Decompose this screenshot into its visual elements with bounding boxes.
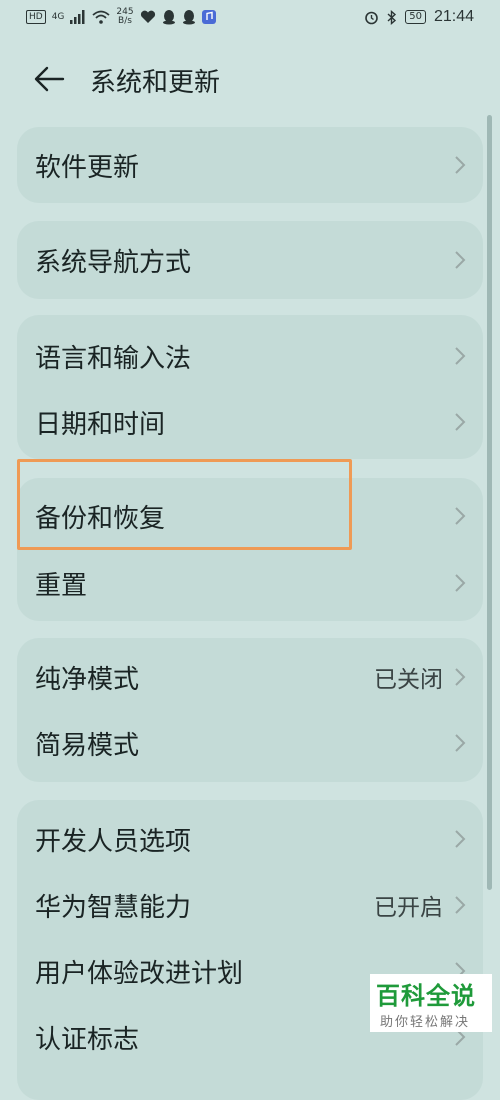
chevron-right-icon [455,251,466,269]
chevron-right-icon [455,156,466,174]
row-status-value: 已关闭 [374,667,443,693]
row-label: 软件更新 [35,152,140,183]
highlight-box [17,459,352,550]
settings-row-navigation[interactable]: 系统导航方式 [17,227,483,293]
row-label: 开发人员选项 [35,826,192,857]
row-label: 纯净模式 [35,664,140,695]
net-speed-unit: B/s [118,16,132,26]
card-navigation: 系统导航方式 [17,221,483,299]
card-modes: 纯净模式 已关闭 简易模式 [17,638,483,782]
wifi-icon [92,10,110,24]
music-app-icon [201,10,216,24]
qq-icon-2 [182,9,195,24]
net-speed: 245 B/s [116,8,133,26]
settings-row-developer-options[interactable]: 开发人员选项 [17,806,483,872]
chevron-right-icon [455,896,466,914]
watermark-subtitle: 助你轻松解决 [380,1015,471,1030]
settings-row-pure-mode[interactable]: 纯净模式 已关闭 [17,644,483,710]
chevron-right-icon [455,507,466,525]
row-label: 认证标志 [35,1024,140,1055]
status-bar: HD 4G 245 B/s 50 21:44 [0,0,500,36]
signal-icon [70,10,85,24]
hd-badge: HD [26,10,46,24]
row-label: 重置 [35,570,88,601]
chevron-right-icon [455,830,466,848]
page-title: 系统和更新 [90,68,221,98]
chevron-right-icon [455,668,466,686]
settings-row-software-update[interactable]: 软件更新 [17,132,483,198]
watermark: 百科全说 助你轻松解决 [370,974,492,1032]
chevron-right-icon [455,574,466,592]
row-label: 日期和时间 [35,409,166,440]
back-arrow-icon[interactable] [33,64,67,94]
bluetooth-icon [387,9,397,25]
watermark-title: 百科全说 [376,982,476,1010]
settings-row-huawei-intelligence[interactable]: 华为智慧能力 已开启 [17,872,483,938]
settings-row-simple-mode[interactable]: 简易模式 [17,710,483,776]
row-label: 用户体验改进计划 [35,958,244,989]
row-label: 简易模式 [35,730,140,761]
clock: 21:44 [433,8,474,25]
card-language-date: 语言和输入法 日期和时间 [17,315,483,459]
status-right: 50 21:44 [364,8,474,26]
status-left: HD 4G 245 B/s [26,8,216,26]
chevron-right-icon [455,347,466,365]
card-advanced: 开发人员选项 华为智慧能力 已开启 用户体验改进计划 认证标志 [17,800,483,1100]
alarm-icon [365,11,379,24]
settings-row-reset[interactable]: 重置 [17,550,483,616]
row-label: 华为智慧能力 [35,892,192,923]
row-label: 系统导航方式 [35,247,192,278]
scrollbar[interactable] [487,115,492,890]
qq-icon [162,9,175,24]
settings-row-date-time[interactable]: 日期和时间 [17,389,483,455]
page-header: 系统和更新 [0,56,500,102]
row-status-value: 已开启 [374,895,443,921]
battery-indicator: 50 [405,10,426,24]
card-software-update: 软件更新 [17,127,483,203]
chevron-right-icon [455,413,466,431]
network-type: 4G [51,12,65,22]
chevron-right-icon [455,734,466,752]
settings-row-language-input[interactable]: 语言和输入法 [17,323,483,389]
heart-pulse-icon [140,10,155,23]
row-label: 语言和输入法 [35,343,192,374]
